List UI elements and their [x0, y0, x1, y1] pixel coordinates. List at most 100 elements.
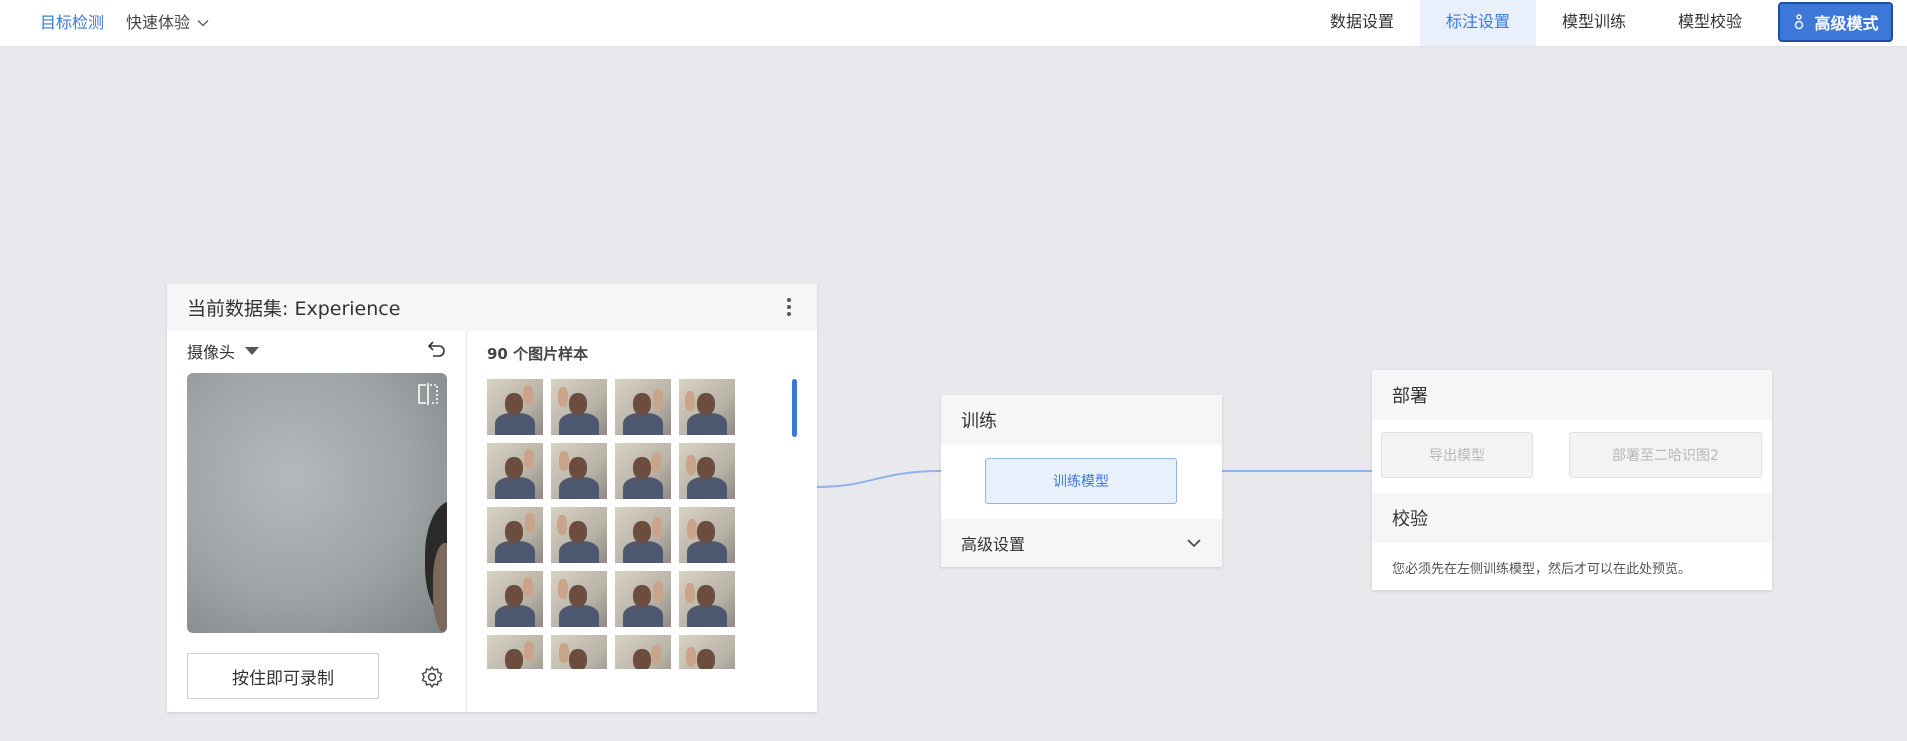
deploy-to-device-button[interactable]: 部署至二哈识图2: [1569, 432, 1762, 478]
thumbnail-body: [623, 477, 663, 499]
thumbnail-body: [623, 541, 663, 563]
dataset-header: 当前数据集: Experience: [167, 284, 817, 331]
camera-subject-face: [433, 543, 447, 633]
deploy-header: 部署: [1372, 370, 1772, 420]
thumbnail-body: [687, 477, 727, 499]
samples-count-title: 90 个图片样本: [487, 345, 589, 363]
sample-thumbnail[interactable]: [615, 571, 671, 627]
dataset-panel: 当前数据集: Experience 摄像头 按住即可录制 90 个图片样本: [167, 284, 817, 712]
thumbnail-face: [505, 521, 523, 543]
training-header: 训练: [941, 395, 1222, 445]
thumbnail-hand: [559, 643, 569, 663]
thumbnail-face: [505, 585, 523, 607]
source-select[interactable]: 摄像头: [187, 339, 260, 363]
thumbnail-face: [505, 457, 523, 479]
thumbnail-hand: [524, 449, 534, 469]
thumbnail-hand: [653, 389, 663, 409]
thumbnail-hand: [524, 641, 534, 661]
undo-icon[interactable]: [427, 339, 447, 359]
caret-down-icon: [245, 347, 260, 355]
chevron-down-icon: [1187, 539, 1201, 548]
sample-thumbnail[interactable]: [487, 443, 543, 499]
sample-thumbnail[interactable]: [615, 379, 671, 435]
thumbnail-body: [495, 477, 535, 499]
thumbnail-hand: [523, 577, 533, 597]
sample-thumbnail[interactable]: [487, 379, 543, 435]
thumbnail-face: [633, 649, 651, 669]
thumbnail-hand: [523, 385, 533, 405]
train-model-button[interactable]: 训练模型: [985, 458, 1177, 504]
export-model-button[interactable]: 导出模型: [1381, 432, 1533, 478]
advanced-settings-label: 高级设置: [961, 535, 1026, 554]
sample-thumbnail-grid: [487, 379, 747, 669]
more-options-icon[interactable]: [787, 298, 791, 316]
thumbnail-face: [697, 393, 715, 415]
gear-icon[interactable]: [420, 665, 444, 689]
thumbnail-hand: [557, 515, 567, 535]
thumbnail-face: [697, 521, 715, 543]
verify-message: 您必须先在左侧训练模型，然后才可以在此处预览。: [1392, 562, 1692, 577]
thumbnail-body: [495, 413, 535, 435]
sample-thumbnail[interactable]: [551, 635, 607, 669]
verify-header: 校验: [1372, 493, 1772, 543]
thumbnail-hand: [686, 455, 696, 475]
deploy-panel: 部署 导出模型 部署至二哈识图2 校验 您必须先在左侧训练模型，然后才可以在此处…: [1372, 370, 1772, 590]
thumbnail-face: [569, 457, 587, 479]
sample-thumbnail[interactable]: [679, 379, 735, 435]
thumbnail-body: [559, 413, 599, 435]
thumbnail-body: [687, 413, 727, 435]
samples-panel: 90 个图片样本: [467, 331, 817, 712]
deploy-title: 部署: [1392, 386, 1428, 407]
thumbnail-hand: [652, 517, 662, 537]
thumbnail-hand: [559, 451, 569, 471]
thumbnail-body: [495, 605, 535, 627]
thumbnail-face: [697, 585, 715, 607]
training-panel: 训练 训练模型 高级设置: [941, 395, 1222, 567]
thumbnail-body: [687, 541, 727, 563]
sample-thumbnail[interactable]: [679, 571, 735, 627]
sample-thumbnail[interactable]: [679, 443, 735, 499]
sample-thumbnail[interactable]: [615, 443, 671, 499]
thumbnail-face: [505, 393, 523, 415]
advanced-settings-toggle[interactable]: 高级设置: [941, 519, 1222, 567]
thumbnail-body: [495, 541, 535, 563]
capture-panel: 摄像头 按住即可录制: [167, 331, 467, 712]
thumbnail-face: [569, 521, 587, 543]
thumbnail-hand: [525, 513, 535, 533]
thumbnail-hand: [686, 647, 696, 667]
thumbnail-face: [505, 649, 523, 669]
thumbnail-body: [559, 605, 599, 627]
thumbnail-hand: [558, 387, 568, 407]
thumbnail-hand: [651, 453, 661, 473]
training-title: 训练: [961, 411, 997, 432]
sample-thumbnail[interactable]: [679, 507, 735, 563]
thumbnail-hand: [653, 581, 663, 601]
thumbnail-body: [559, 477, 599, 499]
thumbnail-body: [559, 541, 599, 563]
sample-thumbnail[interactable]: [551, 443, 607, 499]
thumbnail-body: [623, 413, 663, 435]
thumbnail-face: [633, 393, 651, 415]
sample-thumbnail[interactable]: [679, 635, 735, 669]
sample-thumbnail[interactable]: [615, 507, 671, 563]
thumbnail-hand: [685, 583, 695, 603]
mirror-flip-icon[interactable]: [415, 381, 441, 407]
thumbnail-face: [569, 585, 587, 607]
sample-thumbnail[interactable]: [487, 635, 543, 669]
thumbnail-face: [569, 649, 587, 669]
thumbnail-body: [623, 605, 663, 627]
thumbnail-body: [687, 605, 727, 627]
thumbnail-face: [633, 585, 651, 607]
thumbnail-face: [697, 649, 715, 669]
sample-thumbnail[interactable]: [615, 635, 671, 669]
thumbnail-face: [697, 457, 715, 479]
thumbnail-face: [633, 521, 651, 543]
sample-thumbnail[interactable]: [551, 507, 607, 563]
sample-thumbnail[interactable]: [551, 379, 607, 435]
hold-to-record-button[interactable]: 按住即可录制: [187, 653, 379, 699]
samples-scrollbar[interactable]: [792, 379, 797, 437]
thumbnail-hand: [687, 519, 697, 539]
sample-thumbnail[interactable]: [551, 571, 607, 627]
sample-thumbnail[interactable]: [487, 507, 543, 563]
sample-thumbnail[interactable]: [487, 571, 543, 627]
